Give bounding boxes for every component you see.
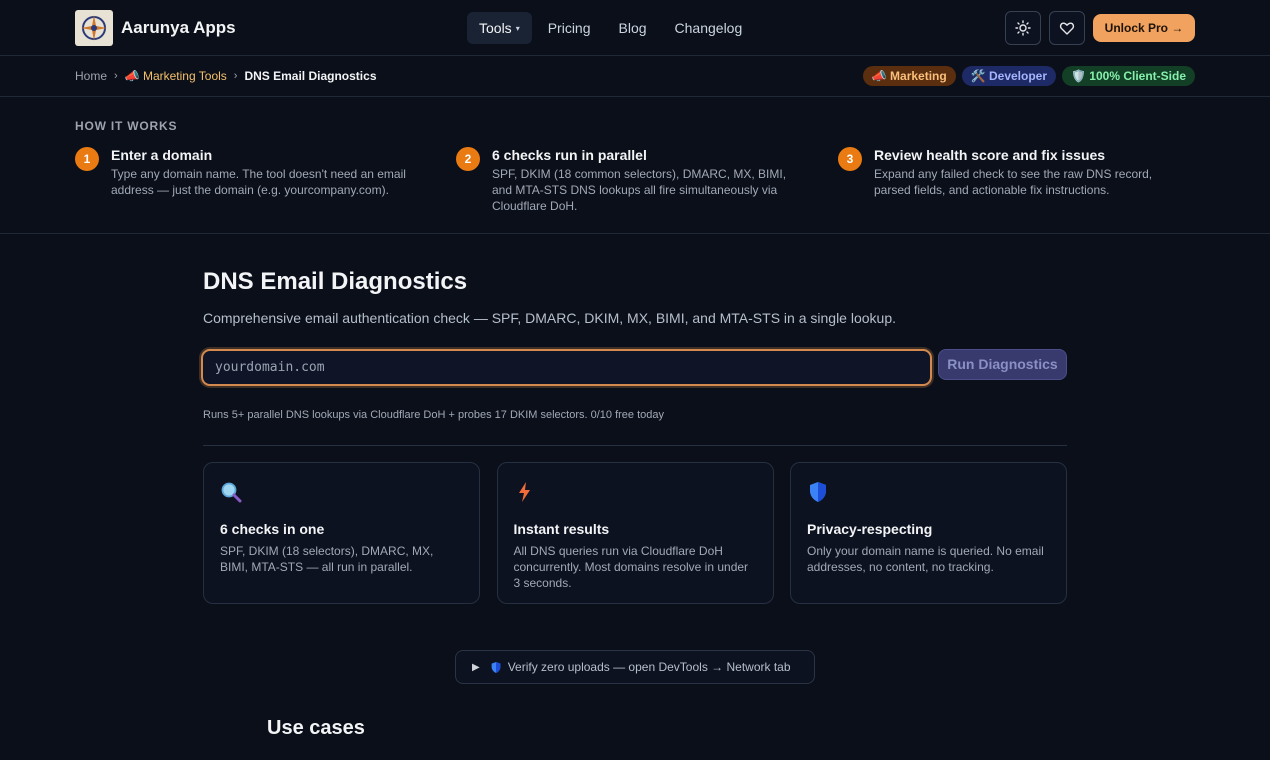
step-description: SPF, DKIM (18 common selectors), DMARC, … <box>492 167 787 213</box>
shield-icon <box>807 481 1050 507</box>
verify-label: Verify zero uploads — open DevTools → Ne… <box>507 660 791 674</box>
unlock-pro-button[interactable]: Unlock Pro → <box>1093 14 1195 42</box>
run-diagnostics-button[interactable]: Run Diagnostics <box>938 349 1067 380</box>
badge-client-side[interactable]: 🛡️ 100% Client-Side <box>1062 66 1195 86</box>
feature-title: 6 checks in one <box>220 521 325 537</box>
favorite-button[interactable] <box>1049 11 1085 45</box>
breadcrumb: Home › 📣 Marketing Tools › DNS Email Dia… <box>75 69 377 83</box>
play-icon: ▶ <box>472 661 480 673</box>
how-it-works-title: HOW IT WORKS <box>75 119 178 133</box>
usage-hint: Runs 5+ parallel DNS lookups via Cloudfl… <box>203 409 665 421</box>
how-it-works-section: HOW IT WORKS 1 Enter a domain Type any d… <box>0 97 1270 234</box>
nav-tools-label: Tools <box>479 20 512 36</box>
main-nav: Tools ▾ Pricing Blog Changelog <box>467 12 758 44</box>
step-title: Review health score and fix issues <box>874 147 1106 163</box>
breadcrumb-separator: › <box>114 70 118 82</box>
heart-icon <box>1059 22 1075 35</box>
feature-description: Only your domain name is queried. No ema… <box>807 544 1044 574</box>
nav-pricing[interactable]: Pricing <box>536 12 603 44</box>
step-description: Expand any failed check to see the raw D… <box>874 167 1153 197</box>
step-3: 3 Review health score and fix issues Exp… <box>838 147 1168 198</box>
domain-input[interactable] <box>201 349 932 386</box>
breadcrumb-bar: Home › 📣 Marketing Tools › DNS Email Dia… <box>0 56 1270 97</box>
domain-form: Run Diagnostics <box>201 349 1067 386</box>
lightning-icon <box>514 481 757 507</box>
page-subtitle: Comprehensive email authentication check… <box>203 310 896 326</box>
top-header: Aarunya Apps Tools ▾ Pricing Blog Changel… <box>0 0 1270 56</box>
magnifier-icon <box>220 481 463 507</box>
nav-blog[interactable]: Blog <box>607 12 659 44</box>
page-title: DNS Email Diagnostics <box>203 268 468 295</box>
feature-title: Instant results <box>513 521 610 537</box>
brand-link[interactable]: Aarunya Apps <box>75 10 236 46</box>
theme-toggle-button[interactable] <box>1005 11 1041 45</box>
badge-marketing[interactable]: 📣 Marketing <box>862 66 956 86</box>
chevron-down-icon: ▾ <box>515 24 520 33</box>
tool-badges: 📣 Marketing 🛠️ Developer 🛡️ 100% Client-… <box>857 66 1195 86</box>
step-title: 6 checks run in parallel <box>492 147 647 163</box>
breadcrumb-marketing-tools[interactable]: 📣 Marketing Tools <box>125 69 227 83</box>
breadcrumb-separator: › <box>233 70 238 82</box>
shield-icon <box>490 661 502 674</box>
use-cases-heading: Use cases <box>267 717 365 739</box>
step-title: Enter a domain <box>111 147 213 163</box>
feature-card-checks: 6 checks in one SPF, DKIM (18 selectors)… <box>203 462 480 604</box>
step-number: 1 <box>75 147 99 171</box>
step-number: 2 <box>456 147 480 171</box>
step-description: Type any domain name. The tool doesn't n… <box>111 167 406 197</box>
badge-developer[interactable]: 🛠️ Developer <box>961 66 1057 86</box>
feature-card-privacy: Privacy-respecting Only your domain name… <box>790 462 1067 604</box>
feature-title: Privacy-respecting <box>807 521 933 537</box>
nav-tools[interactable]: Tools ▾ <box>467 12 532 44</box>
step-number: 3 <box>838 147 862 171</box>
step-1: 1 Enter a domain Type any domain name. T… <box>75 147 406 198</box>
feature-description: All DNS queries run via Cloudflare DoH c… <box>513 544 749 590</box>
feature-description: SPF, DKIM (18 selectors), DMARC, MX, BIM… <box>220 544 434 574</box>
sun-icon <box>1015 20 1031 36</box>
tool-main: DNS Email Diagnostics Comprehensive emai… <box>201 268 1067 604</box>
feature-card-instant: Instant results All DNS queries run via … <box>496 462 774 604</box>
feature-cards: 6 checks in one SPF, DKIM (18 selectors)… <box>203 462 1067 604</box>
breadcrumb-current: DNS Email Diagnostics <box>244 69 377 83</box>
step-2: 2 6 checks run in parallel SPF, DKIM (18… <box>456 147 786 214</box>
divider <box>203 445 1067 446</box>
nav-changelog[interactable]: Changelog <box>663 12 755 44</box>
breadcrumb-home[interactable]: Home <box>75 69 107 83</box>
brand-name: Aarunya Apps <box>121 18 236 37</box>
verify-uploads-toggle[interactable]: ▶ Verify zero uploads — open DevTools → … <box>455 650 815 684</box>
logo-icon <box>75 10 113 46</box>
